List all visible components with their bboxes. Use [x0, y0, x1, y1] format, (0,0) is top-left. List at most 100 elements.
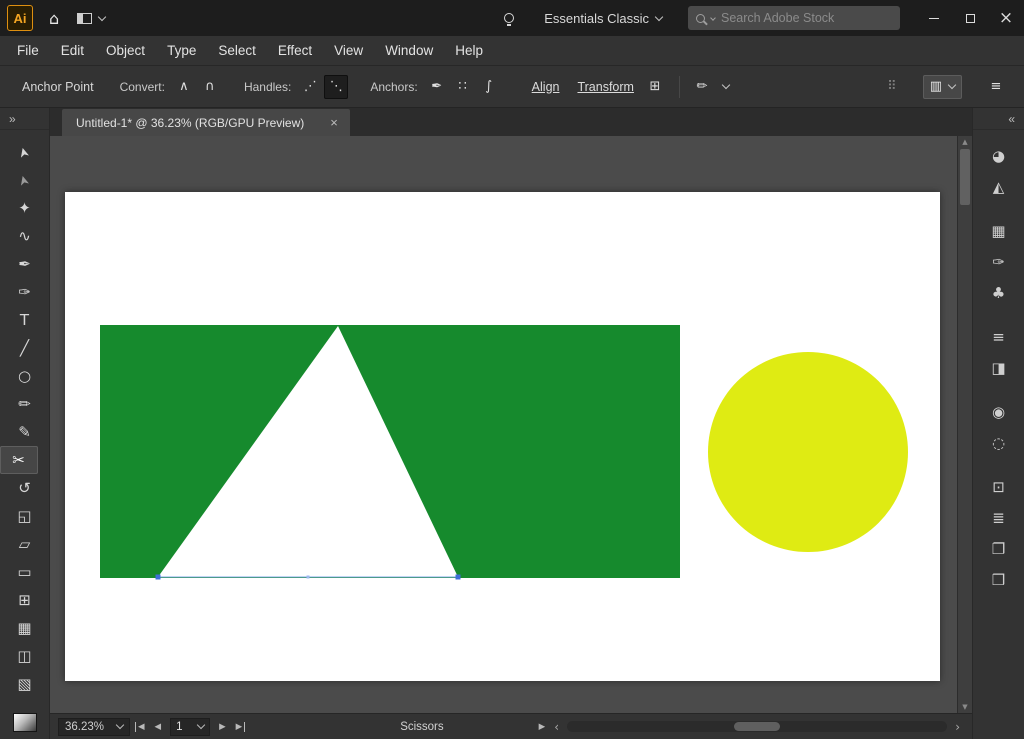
style-options-button[interactable]: ✏: [690, 75, 714, 99]
convert-to-smooth-button[interactable]: ∩: [198, 75, 222, 99]
menu-file[interactable]: File: [6, 36, 50, 66]
tab-close-icon[interactable]: ×: [330, 115, 338, 130]
panel-dock-toggle-button[interactable]: ▥: [923, 75, 962, 99]
free-transform-tool[interactable]: ▭: [0, 558, 50, 586]
stroke-panel-button[interactable]: ≡: [973, 321, 1024, 352]
symbols-panel-button[interactable]: ♣: [973, 277, 1024, 308]
stock-search-box[interactable]: [688, 6, 900, 30]
scissors-tool[interactable]: ✂: [0, 446, 38, 474]
grid-snapping-icon[interactable]: ⠿: [887, 79, 897, 94]
vertical-scroll-thumb[interactable]: [960, 149, 970, 205]
menu-type[interactable]: Type: [156, 36, 207, 66]
graphic-styles-panel-button[interactable]: ⊡: [973, 471, 1024, 502]
remove-anchors-button[interactable]: ∷: [451, 75, 475, 99]
perspective-grid-tool[interactable]: ▦: [0, 614, 50, 642]
align-link[interactable]: Align: [532, 80, 560, 94]
zoom-level-select[interactable]: 36.23%: [58, 718, 130, 736]
toolbar-expand-button[interactable]: »: [0, 108, 49, 130]
color-guide-panel-button[interactable]: ◭: [973, 171, 1024, 202]
maximize-button[interactable]: [952, 0, 988, 36]
scroll-down-icon[interactable]: ▼: [958, 703, 972, 711]
handles-label: Handles:: [244, 80, 291, 94]
hscroll-right-icon[interactable]: ›: [955, 720, 960, 734]
gradient-panel-button[interactable]: ◨: [973, 352, 1024, 383]
transform-link[interactable]: Transform: [577, 80, 634, 94]
yellow-circle[interactable]: [708, 352, 908, 552]
pen-tool[interactable]: ✒: [0, 250, 50, 278]
anchor-right[interactable]: [456, 575, 461, 580]
menu-window[interactable]: Window: [374, 36, 444, 66]
transparency-panel-button[interactable]: ◉: [973, 396, 1024, 427]
magic-wand-tool[interactable]: ✦: [0, 194, 50, 222]
pencil-tool[interactable]: ✎: [0, 418, 50, 446]
slice-tool-icon: ▧: [17, 675, 31, 693]
connect-anchors-button[interactable]: ✒: [425, 75, 449, 99]
last-artboard-button[interactable]: ▶: [236, 722, 246, 732]
hide-handles-button[interactable]: ⋱: [324, 75, 348, 99]
home-icon[interactable]: ⌂: [49, 9, 59, 28]
isolate-selection-button[interactable]: ⊞: [643, 75, 667, 99]
layers-panel-button[interactable]: ≣: [973, 502, 1024, 533]
anchor-left[interactable]: [156, 575, 161, 580]
menu-select[interactable]: Select: [207, 36, 267, 66]
menu-effect[interactable]: Effect: [267, 36, 323, 66]
artboard-tool[interactable]: ◫: [0, 642, 50, 670]
width-tool[interactable]: ▱: [0, 530, 50, 558]
brushes-panel-button[interactable]: ✑: [973, 246, 1024, 277]
swatches-panel-button[interactable]: ▦: [973, 215, 1024, 246]
fill-stroke-chip[interactable]: [13, 713, 37, 732]
canvas-viewport[interactable]: ▲ ▼: [50, 136, 972, 713]
panel-expand-button[interactable]: «: [973, 108, 1024, 130]
paintbrush-tool[interactable]: ✏: [0, 390, 50, 418]
scroll-up-icon[interactable]: ▲: [958, 138, 972, 146]
chevron-down-icon[interactable]: [722, 81, 730, 89]
ellipse-tool[interactable]: ○: [0, 362, 50, 390]
menu-view[interactable]: View: [323, 36, 374, 66]
horizontal-scroll-thumb[interactable]: [734, 722, 780, 731]
curvature-tool[interactable]: ✑: [0, 278, 50, 306]
search-input[interactable]: [721, 11, 892, 25]
appearance-panel-button[interactable]: ◌: [973, 427, 1024, 458]
type-tool[interactable]: T: [0, 306, 50, 334]
artboard-navigation-field[interactable]: [170, 718, 210, 736]
show-handles-button[interactable]: ⋰: [298, 75, 322, 99]
slice-tool[interactable]: ▧: [0, 670, 50, 698]
lasso-tool[interactable]: ∿: [0, 222, 50, 250]
close-button[interactable]: ×: [988, 0, 1024, 36]
next-artboard-button[interactable]: ▶: [219, 722, 226, 732]
artboard-number-input[interactable]: [176, 721, 196, 733]
restore-icon: [966, 14, 975, 23]
menu-help[interactable]: Help: [444, 36, 494, 66]
titlebar: Ai ⌂ Essentials Classic ×: [0, 0, 1024, 36]
selection-tool[interactable]: ➤: [0, 138, 50, 166]
direct-selection-tool[interactable]: ➤: [0, 166, 50, 194]
first-artboard-button[interactable]: ◀: [135, 722, 145, 732]
arrange-documents-icon: [77, 13, 92, 24]
previous-artboard-button[interactable]: ◀: [155, 722, 162, 732]
artboards-panel-button[interactable]: ❒: [973, 564, 1024, 595]
discover-lightbulb-icon[interactable]: [504, 13, 514, 23]
arrange-documents-button[interactable]: [77, 13, 105, 24]
control-bar-menu-icon[interactable]: ≡: [984, 75, 1008, 99]
menu-object[interactable]: Object: [95, 36, 156, 66]
status-expand-button[interactable]: ▶: [539, 722, 546, 732]
workspace-switcher[interactable]: Essentials Classic: [544, 11, 662, 26]
cut-path-button[interactable]: ∫: [477, 75, 501, 99]
scale-tool[interactable]: ◱: [0, 502, 50, 530]
vertical-scrollbar[interactable]: ▲ ▼: [957, 136, 972, 713]
search-icon: [696, 14, 705, 23]
anchor-mid[interactable]: [307, 576, 310, 579]
horizontal-scrollbar[interactable]: [567, 721, 947, 732]
convert-to-corner-button[interactable]: ∧: [172, 75, 196, 99]
shape-builder-tool[interactable]: ⊞: [0, 586, 50, 614]
asset-export-panel-button[interactable]: ❐: [973, 533, 1024, 564]
minimize-button[interactable]: [916, 0, 952, 36]
hscroll-left-icon[interactable]: ‹: [554, 720, 559, 734]
rotate-tool[interactable]: ↺: [0, 474, 50, 502]
document-tab[interactable]: Untitled-1* @ 36.23% (RGB/GPU Preview) ×: [62, 109, 350, 136]
layers-panel-icon: ≣: [992, 509, 1005, 527]
artboard[interactable]: [65, 192, 940, 681]
line-segment-tool[interactable]: ╱: [0, 334, 50, 362]
color-panel-button[interactable]: ◕: [973, 140, 1024, 171]
menu-edit[interactable]: Edit: [50, 36, 95, 66]
